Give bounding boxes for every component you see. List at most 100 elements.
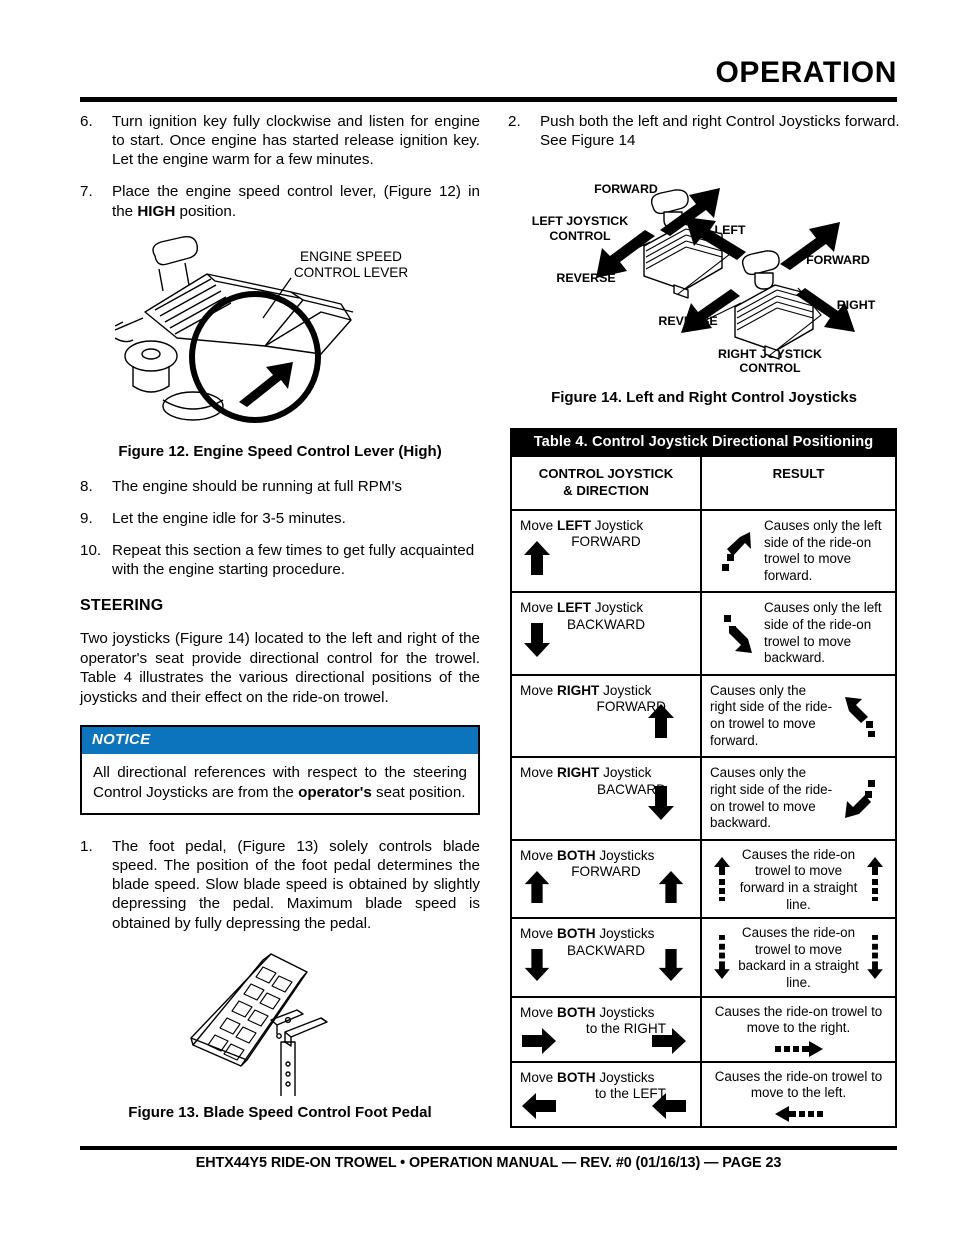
page-title: OPERATION bbox=[715, 56, 897, 89]
result-cell: Causes the ride-on trowel to move forwar… bbox=[702, 841, 895, 917]
action-joystick-id: BOTH bbox=[557, 1004, 596, 1020]
list-item: 9. Let the engine idle for 3-5 minutes. bbox=[80, 509, 480, 528]
arrow-left-icon bbox=[652, 1092, 686, 1119]
result-cell: Causes the ride-on trowel to move to the… bbox=[702, 998, 895, 1061]
action-joystick-id: LEFT bbox=[557, 518, 592, 533]
emphasis-operator: operator's bbox=[298, 783, 372, 801]
result-cell: Causes only the right side of the ride-o… bbox=[702, 676, 895, 756]
result-cell: Causes only the left side of the ride-on… bbox=[702, 593, 895, 673]
callout-line-2: CONTROL LEVER bbox=[293, 265, 409, 281]
action-line-1: Move BOTH Joysticks bbox=[520, 1070, 692, 1086]
text-run: Move bbox=[520, 847, 558, 863]
header-rule bbox=[80, 97, 897, 102]
arrow-right-icon bbox=[522, 1027, 556, 1054]
table-row: Move RIGHT Joystick FORWARD Causes only … bbox=[512, 673, 895, 757]
header-line-2: & DIRECTION bbox=[563, 482, 649, 498]
table-4-title: Table 4. Control Joystick Directional Po… bbox=[512, 430, 895, 455]
figure-14: FORWARD LEFT JOYSTICK CONTROL REVERSE LE… bbox=[508, 172, 900, 410]
arrow-left-icon bbox=[522, 1092, 556, 1119]
notice-body: All directional references with respect … bbox=[82, 754, 478, 813]
figure-12-callout: ENGINE SPEED CONTROL LEVER bbox=[276, 249, 426, 289]
footer-text: EHTX44Y5 RIDE-ON TROWEL • OPERATION MANU… bbox=[195, 1155, 782, 1171]
arrow-down-icon bbox=[524, 949, 550, 982]
dotted-arrow-up-icon bbox=[867, 856, 883, 901]
action-cell: Move BOTH Joysticks FORWARD bbox=[512, 840, 702, 918]
action-joystick-id: BOTH bbox=[557, 926, 596, 942]
table-row: Move BOTH Joysticks to the RIGHT Causes … bbox=[512, 995, 895, 1061]
notice-label: NOTICE bbox=[92, 731, 151, 749]
action-joystick-id: BOTH bbox=[557, 1069, 596, 1085]
arrow-up-icon bbox=[524, 870, 550, 903]
result-cell: Causes only the right side of the ride-o… bbox=[702, 758, 895, 838]
result-cell: Causes the ride-on trowel to move backar… bbox=[702, 919, 895, 995]
dotted-arrow-up-icon bbox=[714, 856, 730, 901]
list-item: 7. Place the engine speed control lever,… bbox=[80, 182, 480, 220]
label-forward-left: FORWARD bbox=[594, 182, 658, 196]
footer-rule bbox=[80, 1146, 897, 1150]
text-run: Joysticks bbox=[595, 847, 655, 863]
arrow-right-icon bbox=[652, 1027, 686, 1054]
arrow-down-icon bbox=[524, 623, 550, 658]
list-text: Place the engine speed control lever, (F… bbox=[112, 182, 480, 220]
action-cell: Move RIGHT Joystick BACWARD bbox=[512, 758, 702, 839]
arrow-up-icon bbox=[658, 870, 684, 903]
text-run: Move bbox=[520, 765, 558, 781]
dotted-arrow-down-right-icon bbox=[710, 613, 764, 655]
result-text: Causes the ride-on trowel to move backar… bbox=[738, 925, 859, 991]
figure-13-caption: Figure 13. Blade Speed Control Foot Peda… bbox=[128, 1103, 432, 1121]
list-text: Turn ignition key fully clockwise and li… bbox=[112, 113, 480, 169]
action-line-1: Move LEFT Joystick bbox=[520, 518, 692, 534]
action-line-1: Move BOTH Joysticks bbox=[520, 848, 692, 864]
table-4: Table 4. Control Joystick Directional Po… bbox=[510, 428, 897, 1129]
table-row: Move LEFT Joystick FORWARD Causes only t… bbox=[512, 509, 895, 592]
text-run: Joysticks bbox=[595, 1004, 655, 1020]
notice-header-bar: NOTICE bbox=[82, 727, 478, 755]
table-header-row: CONTROL JOYSTICK & DIRECTION RESULT bbox=[512, 455, 895, 509]
result-text: Causes only the left side of the ride-on… bbox=[764, 518, 882, 583]
notice-box: NOTICE All directional references with r… bbox=[80, 725, 480, 815]
text-run: seat position. bbox=[371, 783, 466, 801]
action-cell: Move BOTH Joysticks to the RIGHT bbox=[512, 997, 702, 1061]
table-row: Move LEFT Joystick BACKWARD Causes only … bbox=[512, 591, 895, 674]
action-joystick-id: RIGHT bbox=[557, 682, 600, 698]
result-text: Causes the ride-on trowel to move forwar… bbox=[739, 846, 858, 912]
action-line-1: Move BOTH Joysticks bbox=[520, 926, 692, 942]
text-run: Move bbox=[520, 600, 558, 616]
right-joystick-body bbox=[734, 250, 814, 360]
action-joystick-id: BOTH bbox=[557, 847, 596, 863]
steering-paragraph: Two joysticks (Figure 14) located to the… bbox=[80, 630, 480, 706]
text-run: position. bbox=[175, 202, 237, 220]
text-run: Move bbox=[520, 518, 558, 533]
left-column: 6. Turn ignition key fully clockwise and… bbox=[80, 112, 480, 1122]
action-cell: Move LEFT Joystick FORWARD bbox=[512, 511, 702, 592]
list-number: 10. bbox=[80, 541, 102, 559]
figure-14-caption: Figure 14. Left and Right Control Joysti… bbox=[551, 389, 857, 406]
list-text: Push both the left and right Control Joy… bbox=[540, 113, 900, 150]
text-run: Joystick bbox=[599, 765, 652, 781]
action-line-1: Move LEFT Joystick bbox=[520, 600, 692, 616]
action-line-1: Move BOTH Joysticks bbox=[520, 1005, 692, 1021]
dotted-arrow-down-left-icon bbox=[833, 778, 887, 820]
list-item: 1. The foot pedal, (Figure 13) solely co… bbox=[80, 837, 480, 933]
manual-page: OPERATION 6. Turn ignition key fully clo… bbox=[0, 0, 954, 1235]
text-run: Joystick bbox=[599, 682, 652, 698]
result-text: Causes only the right side of the ride-o… bbox=[710, 682, 833, 748]
result-cell: Causes only the left side of the ride-on… bbox=[702, 511, 895, 591]
action-cell: Move LEFT Joystick BACKWARD bbox=[512, 593, 702, 674]
label-left-joystick-2: CONTROL bbox=[549, 229, 611, 243]
result-text: Causes only the right side of the ride-o… bbox=[710, 765, 833, 831]
dotted-arrow-up-right-icon bbox=[710, 530, 764, 572]
figure-13 bbox=[80, 946, 480, 1096]
list-text: The foot pedal, (Figure 13) solely contr… bbox=[112, 837, 480, 932]
section-heading-steering: STEERING bbox=[80, 597, 164, 615]
text-run: Move bbox=[520, 1004, 558, 1020]
arrow-up-icon bbox=[648, 703, 674, 738]
foot-pedal-illustration bbox=[190, 952, 328, 1096]
callout-line-1: ENGINE SPEED bbox=[300, 248, 402, 264]
list-item: 2. Push both the left and right Control … bbox=[508, 112, 900, 150]
table-row: Move RIGHT Joystick BACWARD Causes only … bbox=[512, 756, 895, 839]
action-cell: Move BOTH Joysticks BACKWARD bbox=[512, 919, 702, 996]
emphasis-high: HIGH bbox=[137, 202, 176, 220]
text-run: Move bbox=[520, 1069, 558, 1085]
text-run: Move bbox=[520, 682, 558, 698]
